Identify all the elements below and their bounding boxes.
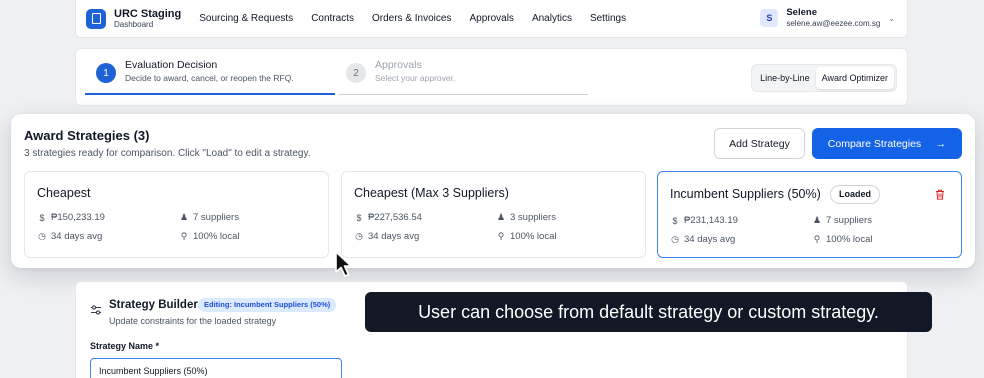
strategy-local: ⚲ 100% local [813, 234, 873, 245]
nav-link-contracts[interactable]: Contracts [311, 13, 354, 24]
step-title: Approvals [375, 59, 422, 71]
award-strategies-title: Award Strategies (3) [24, 128, 150, 143]
arrow-right-icon: → [935, 137, 947, 150]
strategy-card-incumbent-suppliers[interactable]: Incumbent Suppliers (50%) Loaded $ ₱231,1… [657, 171, 962, 258]
nav-links: Sourcing & Requests Contracts Orders & I… [199, 13, 644, 24]
compare-strategies-button[interactable]: Compare Strategies → [812, 128, 962, 159]
toggle-line-by-line[interactable]: Line-by-Line [754, 67, 816, 89]
users-icon: ♟ [179, 212, 189, 222]
step-number: 1 [96, 63, 116, 83]
strategy-suppliers: ♟ 7 suppliers [812, 215, 872, 226]
nav-link-sourcing[interactable]: Sourcing & Requests [199, 13, 293, 24]
brand[interactable]: URC Staging Dashboard [114, 8, 181, 30]
map-pin-icon: ⚲ [180, 231, 188, 241]
step-title: Evaluation Decision [125, 59, 218, 71]
strategy-card-cheapest-max-3[interactable]: Cheapest (Max 3 Suppliers) $ ₱227,536.54 … [341, 171, 646, 258]
clock-icon: ◷ [671, 234, 679, 244]
chevron-down-icon[interactable]: ⌄ [888, 14, 895, 23]
toggle-award-optimizer[interactable]: Award Optimizer [815, 67, 894, 89]
strategy-name: Incumbent Suppliers (50%) [670, 187, 821, 201]
map-pin-icon: ⚲ [813, 234, 821, 244]
strategy-local: ⚲ 100% local [180, 231, 240, 242]
strategy-builder-subtitle: Update constraints for the loaded strate… [109, 316, 277, 326]
dollar-icon: $ [672, 215, 678, 226]
map-pin-icon: ⚲ [497, 231, 505, 241]
nav-link-approvals[interactable]: Approvals [469, 13, 513, 24]
step-subtitle: Decide to award, cancel, or reopen the R… [125, 72, 294, 83]
add-strategy-label: Add Strategy [729, 137, 790, 150]
strategy-days: ◷ 34 days avg [671, 234, 736, 245]
compare-strategies-label: Compare Strategies [827, 137, 922, 150]
nav-link-analytics[interactable]: Analytics [532, 13, 572, 24]
editing-badge: Editing: Incumbent Suppliers (50%) [198, 298, 337, 312]
award-strategies-panel: Award Strategies (3) 3 strategies ready … [11, 114, 975, 268]
loaded-badge: Loaded [830, 185, 881, 204]
dollar-icon: $ [356, 212, 362, 223]
add-strategy-button[interactable]: Add Strategy [714, 128, 805, 159]
strategy-suppliers: ♟ 3 suppliers [496, 212, 556, 223]
nav-link-settings[interactable]: Settings [590, 13, 626, 24]
sliders-icon [91, 305, 101, 315]
user-email: selene.aw@eezee.com.sg [786, 19, 881, 29]
clock-icon: ◷ [38, 231, 46, 241]
strategy-price: $ ₱150,233.19 [37, 212, 104, 223]
award-strategies-subtitle: 3 strategies ready for comparison. Click… [24, 148, 311, 159]
users-icon: ♟ [812, 215, 822, 225]
users-icon: ♟ [496, 212, 506, 222]
step-approvals[interactable]: 2 Approvals Select your approver. [346, 59, 455, 84]
top-nav: URC Staging Dashboard Sourcing & Request… [75, 0, 908, 38]
stepper-card: 1 Evaluation Decision Decide to award, c… [75, 48, 908, 106]
strategy-suppliers: ♟ 7 suppliers [179, 212, 239, 223]
strategy-name-label: Strategy Name * [90, 341, 160, 351]
strategy-name-input[interactable]: Incumbent Suppliers (50%) [90, 358, 342, 378]
step-active-indicator [85, 93, 335, 95]
strategy-name: Cheapest (Max 3 Suppliers) [354, 186, 509, 200]
view-toggle: Line-by-Line Award Optimizer [751, 64, 897, 92]
strategy-price: $ ₱231,143.19 [670, 215, 737, 226]
user-name: Selene [786, 7, 817, 19]
trash-icon[interactable] [935, 189, 945, 200]
app-logo-icon[interactable] [86, 8, 106, 29]
step-number: 2 [346, 63, 366, 83]
strategy-local: ⚲ 100% local [497, 231, 557, 242]
strategy-card-cheapest[interactable]: Cheapest $ ₱150,233.19 ◷ 34 days avg ♟ 7 su… [24, 171, 329, 258]
brand-title: URC Staging [114, 7, 182, 20]
user-menu[interactable]: S Selene selene.aw@eezee.com.sg ⌄ [760, 8, 897, 28]
avatar: S [760, 9, 779, 28]
strategy-days: ◷ 34 days avg [355, 231, 420, 242]
step-evaluation-decision[interactable]: 1 Evaluation Decision Decide to award, c… [96, 59, 294, 84]
brand-subtitle: Dashboard [114, 20, 154, 30]
dollar-icon: $ [39, 212, 45, 223]
strategy-days: ◷ 34 days avg [38, 231, 103, 242]
step-subtitle: Select your approver. [375, 72, 456, 83]
clock-icon: ◷ [355, 231, 363, 241]
nav-link-orders[interactable]: Orders & Invoices [372, 13, 451, 24]
step-divider [338, 94, 588, 95]
strategy-name: Cheapest [37, 186, 91, 200]
strategy-price: $ ₱227,536.54 [354, 212, 421, 223]
annotation-tooltip: User can choose from default strategy or… [365, 292, 932, 332]
strategy-builder-title: Strategy Builder [109, 299, 198, 311]
mouse-cursor-icon [335, 251, 352, 277]
